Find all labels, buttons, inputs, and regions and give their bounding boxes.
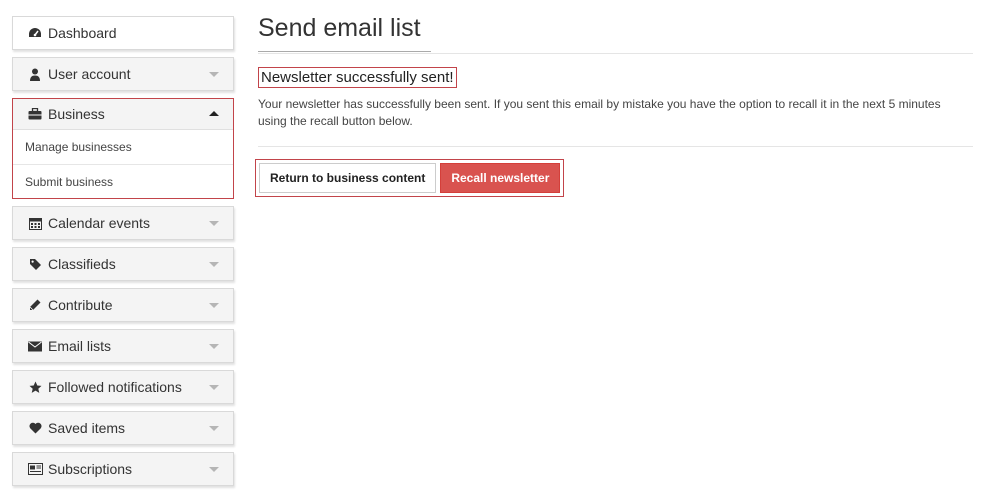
sidebar-subitem-submit-business[interactable]: Submit business	[13, 164, 233, 198]
chevron-up-icon	[209, 111, 219, 116]
sidebar-item-business[interactable]: Business	[13, 99, 233, 130]
chevron-down-icon	[209, 72, 219, 77]
chevron-down-icon	[209, 303, 219, 308]
star-icon	[27, 380, 43, 394]
content-divider	[258, 146, 973, 147]
sidebar-item-contribute[interactable]: Contribute	[12, 288, 234, 322]
newspaper-icon	[27, 462, 43, 476]
chevron-down-icon	[209, 262, 219, 267]
envelope-icon	[27, 339, 43, 353]
sidebar-subitem-label: Submit business	[25, 174, 114, 189]
sidebar-item-followed-notifications[interactable]: Followed notifications	[12, 370, 234, 404]
chevron-down-icon	[209, 426, 219, 431]
calendar-icon	[27, 216, 43, 230]
page-title: Send email list	[258, 14, 431, 52]
chevron-down-icon	[209, 467, 219, 472]
chevron-down-icon	[209, 221, 219, 226]
sidebar-item-label: Saved items	[48, 420, 126, 436]
chevron-down-icon	[209, 344, 219, 349]
sidebar: Dashboard User account Business Manage b…	[12, 16, 234, 493]
info-text: Your newsletter has successfully been se…	[258, 97, 941, 128]
sidebar-item-label: Classifieds	[48, 256, 116, 272]
sidebar-subitem-manage-businesses[interactable]: Manage businesses	[13, 130, 233, 164]
dashboard-icon	[27, 26, 43, 40]
sidebar-item-saved-items[interactable]: Saved items	[12, 411, 234, 445]
sidebar-item-label: Business	[48, 106, 105, 122]
sidebar-item-label: Email lists	[48, 338, 112, 354]
main-content: Send email list Newsletter successfully …	[255, 14, 973, 197]
sidebar-item-label: Dashboard	[48, 25, 117, 41]
sidebar-group-business: Business Manage businesses Submit busine…	[12, 98, 234, 199]
user-icon	[27, 67, 43, 81]
chevron-down-icon	[209, 385, 219, 390]
briefcase-icon	[27, 107, 43, 121]
pencil-icon	[27, 298, 43, 312]
sidebar-item-user-account[interactable]: User account	[12, 57, 234, 91]
sidebar-item-label: Contribute	[48, 297, 113, 313]
tag-icon	[27, 257, 43, 271]
sidebar-item-label: User account	[48, 66, 131, 82]
recall-newsletter-button[interactable]: Recall newsletter	[440, 163, 561, 193]
sidebar-subitem-label: Manage businesses	[25, 140, 132, 154]
sidebar-item-subscriptions[interactable]: Subscriptions	[12, 452, 234, 486]
action-buttons: Return to business content Recall newsle…	[255, 159, 565, 197]
success-message: Newsletter successfully sent!	[258, 67, 457, 88]
return-to-business-button[interactable]: Return to business content	[259, 163, 437, 193]
sidebar-item-email-lists[interactable]: Email lists	[12, 329, 234, 363]
sidebar-item-dashboard[interactable]: Dashboard	[12, 16, 234, 50]
sidebar-item-calendar-events[interactable]: Calendar events	[12, 206, 234, 240]
sidebar-item-label: Subscriptions	[48, 461, 133, 477]
sidebar-item-label: Calendar events	[48, 215, 150, 231]
sidebar-item-label: Followed notifications	[48, 379, 182, 395]
sidebar-item-classifieds[interactable]: Classifieds	[12, 247, 234, 281]
title-divider	[258, 53, 973, 54]
heart-icon	[27, 421, 43, 435]
